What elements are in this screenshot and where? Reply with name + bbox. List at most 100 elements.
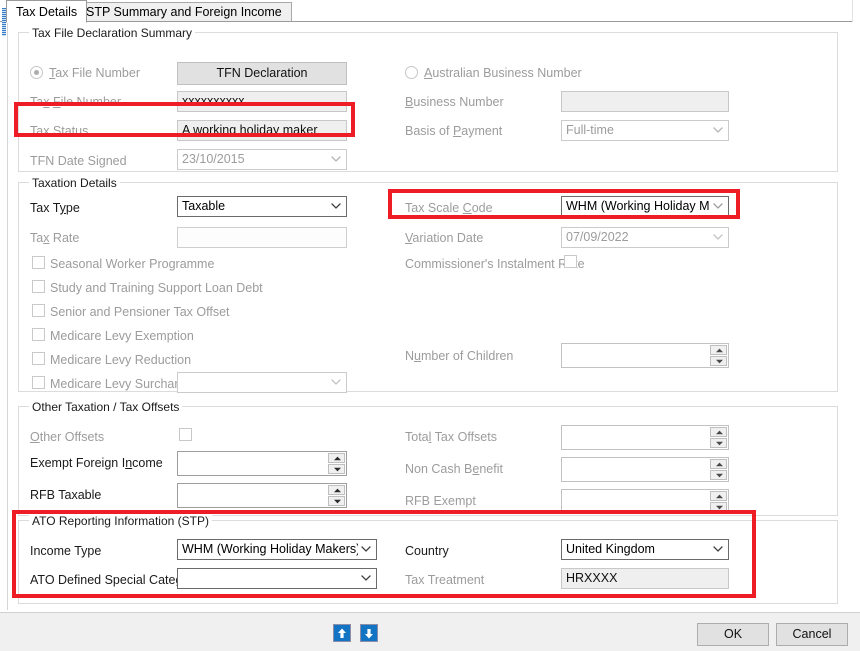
chevron-down-icon <box>711 228 725 247</box>
tax-rate-label: Tax Rate <box>30 231 80 245</box>
checkbox-medicare-levy-exemption[interactable] <box>32 328 45 341</box>
chevron-down-icon <box>359 540 373 559</box>
radio-australian-business-number[interactable] <box>405 66 418 79</box>
tax-file-number-label: Tax File Number <box>30 95 122 109</box>
rfb-exempt-spin-buttons[interactable] <box>710 491 727 512</box>
tax-type-combo[interactable]: Taxable <box>177 196 347 217</box>
income-type-value: WHM (Working Holiday Makers) <box>182 542 358 556</box>
cancel-button[interactable]: Cancel <box>776 623 848 646</box>
spinner-up-icon[interactable] <box>710 345 727 355</box>
tax-treatment-field: HRXXXX <box>561 568 729 589</box>
tfn-declaration-button[interactable]: TFN Declaration <box>177 62 347 85</box>
income-type-combo[interactable]: WHM (Working Holiday Makers) <box>177 539 377 560</box>
cancel-button-label: Cancel <box>792 627 832 641</box>
checkbox-commissioners-instalment-rate[interactable] <box>564 255 577 268</box>
number-of-children-stepper[interactable] <box>561 343 729 368</box>
number-of-children-spin-buttons[interactable] <box>710 345 727 366</box>
spinner-up-icon[interactable] <box>328 485 345 495</box>
total-tax-offsets-spin-buttons[interactable] <box>710 427 727 448</box>
spinner-down-icon[interactable] <box>710 438 727 448</box>
tab-stp-summary-and-foreign-income[interactable]: STP Summary and Foreign Income <box>76 2 292 22</box>
checkbox-seasonal-worker-programme[interactable] <box>32 256 45 269</box>
rfb-exempt-stepper[interactable] <box>561 489 729 514</box>
income-type-label: Income Type <box>30 544 102 558</box>
spinner-up-icon[interactable] <box>328 453 345 463</box>
arrow-down-icon <box>365 629 373 639</box>
tax-scale-code-label: Tax Scale Code <box>405 201 493 215</box>
checkbox-medicare-levy-exemption-label: Medicare Levy Exemption <box>50 329 194 343</box>
variation-date-combo[interactable]: 07/09/2022 <box>561 227 729 248</box>
non-cash-benefit-spin-buttons[interactable] <box>710 459 727 480</box>
chevron-down-icon <box>359 569 373 588</box>
panel-grip-handle[interactable] <box>2 8 6 36</box>
group-other-taxation-tax-offsets: Other Taxation / Tax Offsets Other Offse… <box>18 400 838 516</box>
move-up-button[interactable] <box>333 624 351 642</box>
tax-type-value: Taxable <box>182 199 226 213</box>
exempt-foreign-income-stepper[interactable] <box>177 451 347 476</box>
chevron-down-icon <box>711 540 725 559</box>
checkbox-other-offsets[interactable] <box>179 428 192 441</box>
ato-defined-special-category-combo[interactable] <box>177 568 377 589</box>
total-tax-offsets-label: Total Tax Offsets <box>405 430 497 444</box>
tax-treatment-value: HRXXXX <box>566 571 618 585</box>
spinner-down-icon[interactable] <box>710 470 727 480</box>
spinner-down-icon[interactable] <box>710 356 727 366</box>
tax-scale-code-value: WHM (Working Holiday Maker) <box>566 199 710 213</box>
checkbox-senior-and-pensioner-tax-offset[interactable] <box>32 304 45 317</box>
tax-status-field: A working holiday maker <box>177 120 347 141</box>
group-ato-reporting-information: ATO Reporting Information (STP) Income T… <box>18 514 838 604</box>
move-down-button[interactable] <box>360 624 378 642</box>
tax-details-page: Tax File Declaration Summary Tax File Nu… <box>0 22 860 612</box>
spinner-up-icon[interactable] <box>710 427 727 437</box>
exempt-foreign-income-label: Exempt Foreign Income <box>30 456 163 470</box>
tab-tax-details[interactable]: Tax Details <box>6 0 88 23</box>
medicare-levy-surcharge-combo[interactable] <box>177 372 347 393</box>
tfn-date-signed-value: 23/10/2015 <box>182 152 245 166</box>
group-ato-reporting-legend: ATO Reporting Information (STP) <box>29 514 212 528</box>
chevron-down-icon <box>329 197 343 216</box>
group-tax-file-declaration-summary-legend: Tax File Declaration Summary <box>29 26 196 40</box>
variation-date-label: Variation Date <box>405 231 484 245</box>
spinner-up-icon[interactable] <box>710 491 727 501</box>
basis-of-payment-label: Basis of Payment <box>405 124 503 138</box>
ok-button[interactable]: OK <box>697 623 769 646</box>
tax-treatment-label: Tax Treatment <box>405 573 485 587</box>
variation-date-value: 07/09/2022 <box>566 230 629 244</box>
exempt-foreign-income-spin-buttons[interactable] <box>328 453 345 474</box>
ok-button-label: OK <box>723 627 743 641</box>
rfb-taxable-spin-buttons[interactable] <box>328 485 345 506</box>
tax-file-number-field: xxxxxxxxxx <box>177 91 347 112</box>
radio-tax-file-number[interactable] <box>30 66 43 79</box>
checkbox-medicare-levy-surcharge[interactable] <box>32 376 45 389</box>
spinner-up-icon[interactable] <box>710 459 727 469</box>
rfb-taxable-stepper[interactable] <box>177 483 347 508</box>
chevron-down-icon <box>329 150 343 169</box>
rfb-exempt-label: RFB Exempt <box>405 494 476 508</box>
commissioners-instalment-rate-label: Commissioner's Instalment Rate <box>405 257 585 271</box>
country-value: United Kingdom <box>566 542 655 556</box>
group-tax-file-declaration-summary: Tax File Declaration Summary Tax File Nu… <box>18 26 838 172</box>
tfn-declaration-button-label: TFN Declaration <box>216 66 308 80</box>
tfn-date-signed-combo[interactable]: 23/10/2015 <box>177 149 347 170</box>
basis-of-payment-combo[interactable]: Full-time <box>561 120 729 141</box>
non-cash-benefit-label: Non Cash Benefit <box>405 462 503 476</box>
checkbox-senior-and-pensioner-tax-offset-label: Senior and Pensioner Tax Offset <box>50 305 230 319</box>
spinner-down-icon[interactable] <box>328 464 345 474</box>
spinner-down-icon[interactable] <box>328 496 345 506</box>
radio-australian-business-number-label: Australian Business Number <box>424 66 582 80</box>
country-combo[interactable]: United Kingdom <box>561 539 729 560</box>
non-cash-benefit-stepper[interactable] <box>561 457 729 482</box>
other-offsets-label: Other Offsets <box>30 430 105 444</box>
radio-tax-file-number-dot <box>33 69 39 75</box>
group-other-taxation-legend: Other Taxation / Tax Offsets <box>29 400 183 414</box>
checkbox-study-and-training-support-loan-debt[interactable] <box>32 280 45 293</box>
rfb-taxable-label: RFB Taxable <box>30 488 102 502</box>
spinner-down-icon[interactable] <box>710 502 727 512</box>
total-tax-offsets-stepper[interactable] <box>561 425 729 450</box>
checkbox-medicare-levy-reduction[interactable] <box>32 352 45 365</box>
arrow-up-icon <box>338 628 346 638</box>
tax-file-number-value: xxxxxxxxxx <box>182 94 245 108</box>
group-taxation-details: Taxation Details Tax Type Taxable Tax Ra… <box>18 176 838 393</box>
chevron-down-icon <box>329 373 343 392</box>
tax-scale-code-combo[interactable]: WHM (Working Holiday Maker) <box>561 196 729 217</box>
